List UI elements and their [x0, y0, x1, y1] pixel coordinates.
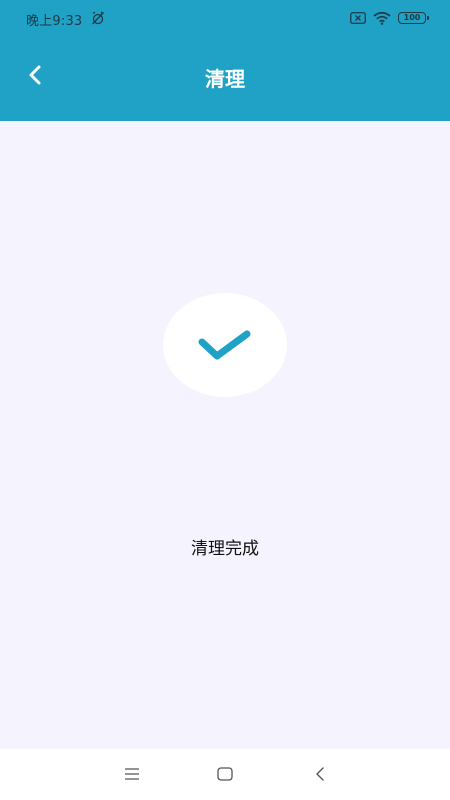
checkmark-icon	[198, 330, 251, 360]
wifi-icon	[373, 11, 391, 25]
nav-back-button[interactable]	[308, 762, 332, 786]
screen: 晚上9:33 100 清理 清理完成	[0, 0, 450, 800]
battery-icon: 100	[398, 12, 429, 24]
nav-menu-button[interactable]	[120, 762, 144, 786]
success-badge	[163, 293, 287, 397]
back-icon	[316, 767, 324, 781]
page-title: 清理	[205, 67, 245, 91]
battery-level: 100	[403, 13, 421, 22]
home-icon	[217, 767, 233, 781]
sim-off-icon	[350, 12, 366, 24]
status-message: 清理完成	[191, 539, 259, 559]
header: 晚上9:33 100 清理	[0, 0, 450, 121]
status-time: 晚上9:33	[26, 14, 83, 29]
status-bar: 晚上9:33 100	[0, 0, 450, 36]
nav-home-button[interactable]	[213, 762, 237, 786]
alarm-off-icon	[92, 11, 104, 25]
status-icons: 100	[350, 10, 429, 26]
system-nav-bar	[0, 749, 450, 800]
menu-icon	[125, 768, 139, 780]
